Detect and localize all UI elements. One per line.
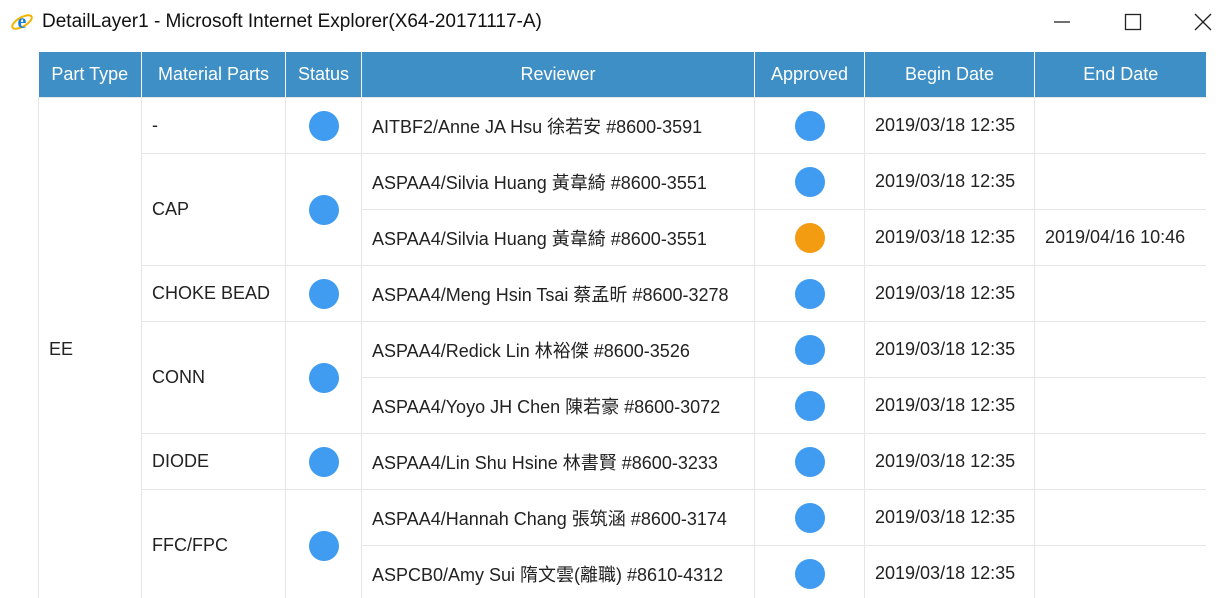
reviewer-cell: ASPAA4/Lin Shu Hsine 林書賢 #8600-3233 xyxy=(361,433,755,490)
begin-date-cell: 2019/03/18 12:35 xyxy=(864,153,1035,210)
header-end-date[interactable]: End Date xyxy=(1034,52,1206,98)
reviewer-cell: ASPAA4/Yoyo JH Chen 陳若豪 #8600-3072 xyxy=(361,377,755,434)
end-date-cell xyxy=(1034,321,1206,378)
material-part-cell: CAP xyxy=(141,153,286,266)
table-row[interactable]: CHOKE BEAD ASPAA4/Meng Hsin Tsai 蔡孟昕 #860… xyxy=(39,265,1206,322)
table-row[interactable]: FFC/FPC ASPAA4/Hannah Chang 張筑涵 #8600-317… xyxy=(39,489,1206,598)
window-titlebar: e DetailLayer1 - Microsoft Internet Expl… xyxy=(0,0,1219,44)
minimize-icon xyxy=(1054,21,1070,23)
status-cell xyxy=(285,489,362,598)
approved-dot-icon xyxy=(794,110,825,141)
begin-date-cell: 2019/03/18 12:35 xyxy=(864,209,1035,266)
table-row[interactable]: EE - AITBF2/Anne JA Hsu 徐若安 #8600-3591 2019… xyxy=(38,97,1206,598)
header-reviewer[interactable]: Reviewer xyxy=(361,52,755,98)
status-dot-icon xyxy=(308,362,339,393)
maximize-icon xyxy=(1124,13,1142,31)
reviewer-grid: Part Type Material Parts Status Reviewer… xyxy=(38,52,1206,598)
end-date-cell xyxy=(1034,153,1206,210)
reviewer-cell: ASPAA4/Silvia Huang 黃韋綺 #8600-3551 xyxy=(361,209,755,266)
material-part-cell: CONN xyxy=(141,321,286,434)
close-icon xyxy=(1194,13,1212,31)
approved-cell xyxy=(754,377,865,434)
approved-cell xyxy=(754,321,865,378)
status-dot-icon xyxy=(308,110,339,141)
minimize-button[interactable] xyxy=(1042,6,1082,38)
table-body: EE - AITBF2/Anne JA Hsu 徐若安 #8600-3591 2019… xyxy=(38,97,1206,598)
status-dot-icon xyxy=(308,278,339,309)
approved-dot-icon xyxy=(794,166,825,197)
end-date-cell xyxy=(1034,377,1206,434)
approved-cell xyxy=(754,433,865,490)
end-date-cell xyxy=(1034,433,1206,490)
svg-text:e: e xyxy=(18,11,27,33)
approved-cell xyxy=(754,209,865,266)
header-material-parts[interactable]: Material Parts xyxy=(141,52,286,98)
maximize-button[interactable] xyxy=(1113,6,1153,38)
reviewer-cell: ASPCB0/Amy Sui 隋文雲(離職) #8610-4312 xyxy=(361,545,755,598)
approved-dot-icon xyxy=(794,334,825,365)
material-part-cell: FFC/FPC xyxy=(141,489,286,598)
part-type-cell: EE xyxy=(38,97,142,598)
status-dot-icon xyxy=(308,446,339,477)
status-dot-icon xyxy=(308,194,339,225)
approved-cell xyxy=(754,545,865,598)
reviewer-cell: ASPAA4/Hannah Chang 張筑涵 #8600-3174 xyxy=(361,489,755,546)
end-date-cell xyxy=(1034,265,1206,322)
status-cell xyxy=(285,321,362,434)
internet-explorer-icon: e xyxy=(11,11,33,33)
end-date-cell xyxy=(1034,97,1206,154)
reviewer-cell: ASPAA4/Meng Hsin Tsai 蔡孟昕 #8600-3278 xyxy=(361,265,755,322)
approved-pending-dot-icon xyxy=(794,222,825,253)
begin-date-cell: 2019/03/18 12:35 xyxy=(864,489,1035,546)
table-row[interactable]: CAP ASPAA4/Silvia Huang 黃韋綺 #8600-3551 201… xyxy=(39,153,1206,266)
begin-date-cell: 2019/03/18 12:35 xyxy=(864,265,1035,322)
end-date-cell xyxy=(1034,489,1206,546)
reviewer-table: Part Type Material Parts Status Reviewer… xyxy=(38,52,1206,598)
approved-dot-icon xyxy=(794,446,825,477)
approved-cell xyxy=(754,97,865,154)
header-part-type[interactable]: Part Type xyxy=(38,52,142,98)
approved-dot-icon xyxy=(794,558,825,589)
header-begin-date[interactable]: Begin Date xyxy=(864,52,1035,98)
table-row[interactable]: CONN ASPAA4/Redick Lin 林裕傑 #8600-3526 2019… xyxy=(39,321,1206,434)
begin-date-cell: 2019/03/18 12:35 xyxy=(864,321,1035,378)
reviewer-cell: ASPAA4/Redick Lin 林裕傑 #8600-3526 xyxy=(361,321,755,378)
end-date-cell: 2019/04/16 10:46 xyxy=(1034,209,1206,266)
approved-cell xyxy=(754,265,865,322)
status-dot-icon xyxy=(308,530,339,561)
reviewer-cell: AITBF2/Anne JA Hsu 徐若安 #8600-3591 xyxy=(361,97,755,154)
begin-date-cell: 2019/03/18 12:35 xyxy=(864,545,1035,598)
end-date-cell xyxy=(1034,545,1206,598)
close-button[interactable] xyxy=(1187,6,1219,38)
table-row[interactable]: DIODE ASPAA4/Lin Shu Hsine 林書賢 #8600-3233… xyxy=(39,433,1206,490)
status-cell xyxy=(285,265,362,322)
header-row: Part Type Material Parts Status Reviewer… xyxy=(38,52,1206,98)
status-cell xyxy=(285,153,362,266)
approved-dot-icon xyxy=(794,278,825,309)
approved-dot-icon xyxy=(794,390,825,421)
begin-date-cell: 2019/03/18 12:35 xyxy=(864,377,1035,434)
header-approved[interactable]: Approved xyxy=(754,52,865,98)
status-cell xyxy=(285,97,362,154)
approved-dot-icon xyxy=(794,502,825,533)
material-part-cell: CHOKE BEAD xyxy=(141,265,286,322)
begin-date-cell: 2019/03/18 12:35 xyxy=(864,433,1035,490)
material-part-cell: - xyxy=(141,97,286,154)
reviewer-cell: ASPAA4/Silvia Huang 黃韋綺 #8600-3551 xyxy=(361,153,755,210)
material-part-cell: DIODE xyxy=(141,433,286,490)
window-title: DetailLayer1 - Microsoft Internet Explor… xyxy=(42,11,542,32)
approved-cell xyxy=(754,489,865,546)
approved-cell xyxy=(754,153,865,210)
begin-date-cell: 2019/03/18 12:35 xyxy=(864,97,1035,154)
status-cell xyxy=(285,433,362,490)
header-status[interactable]: Status xyxy=(285,52,362,98)
